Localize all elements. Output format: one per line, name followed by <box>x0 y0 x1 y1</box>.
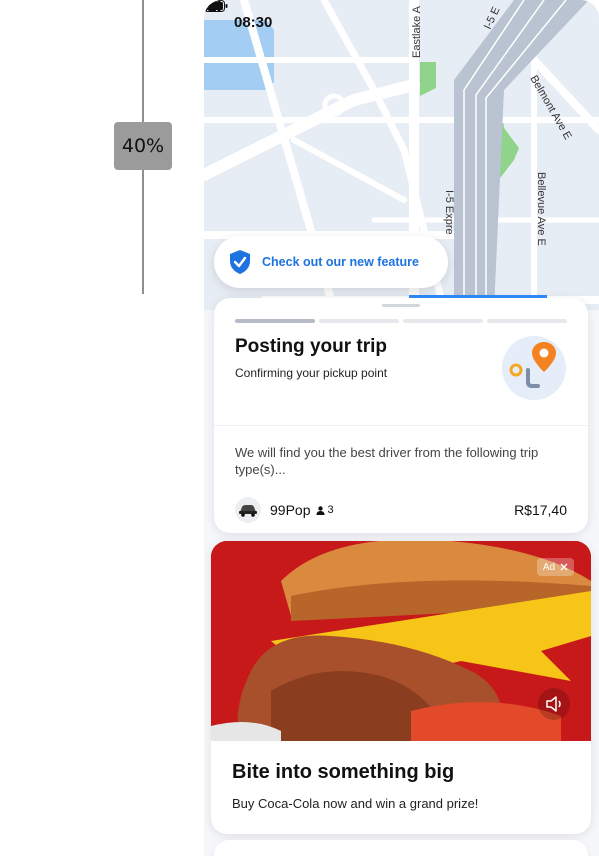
burger-illustration <box>211 541 591 741</box>
sound-toggle-button[interactable] <box>538 688 570 720</box>
progress-segment <box>403 319 483 323</box>
highway <box>454 0 589 310</box>
pickup-pin-icon <box>509 342 556 388</box>
street-label: I-5 Expre <box>443 190 455 235</box>
trip-option-row[interactable]: 99Pop 3 R$17,40 <box>235 496 567 524</box>
ad-subtitle: Buy Coca-Cola now and win a grand prize! <box>232 796 479 811</box>
pickup-pin-illustration <box>502 336 566 400</box>
zoom-slider[interactable]: 40% <box>0 0 200 856</box>
person-icon <box>316 505 325 515</box>
ad-title: Bite into something big <box>232 761 455 783</box>
trip-price: R$17,40 <box>514 502 567 518</box>
ad-badge-label: Ad <box>542 561 556 573</box>
seat-count: 3 <box>316 504 338 516</box>
speaker-icon <box>546 696 561 712</box>
new-feature-button[interactable]: Check out our new feature <box>214 236 448 288</box>
progress-segment <box>235 319 315 323</box>
battery-icon <box>204 0 228 12</box>
ad-image[interactable]: Ad <box>211 541 591 741</box>
trip-progress-bar <box>235 319 567 323</box>
trip-description: We will find you the best driver from th… <box>235 445 539 477</box>
progress-segment <box>319 319 399 323</box>
progress-segment <box>487 319 567 323</box>
trip-title: Posting your trip <box>235 336 387 357</box>
park-area <box>420 62 436 96</box>
drag-handle[interactable] <box>382 304 420 307</box>
trip-option-name: 99Pop <box>270 502 311 518</box>
zoom-slider-handle[interactable]: 40% <box>114 122 172 170</box>
street-label: Bellevue Ave E <box>535 172 547 246</box>
next-card-peek <box>214 840 588 856</box>
ad-badge[interactable]: Ad <box>537 558 574 576</box>
status-time: 08:30 <box>234 13 273 31</box>
trip-status-card: Posting your trip Confirming your pickup… <box>214 298 588 533</box>
phone-screen: Eastlake A I-5 E Belmont Ave E I-5 Expre… <box>204 0 599 856</box>
trip-subtitle: Confirming your pickup point <box>235 366 388 380</box>
close-icon[interactable] <box>560 563 568 571</box>
car-shape <box>239 505 257 517</box>
ad-card[interactable]: Ad Bite into something big Buy Coca-Cola… <box>211 541 591 834</box>
seat-count-value: 3 <box>327 504 334 516</box>
shield-check-icon <box>230 250 250 274</box>
status-bar: 08:30 <box>204 0 599 44</box>
car-icon <box>235 497 261 523</box>
card-divider <box>214 425 588 426</box>
new-feature-label: Check out our new feature <box>262 255 419 269</box>
